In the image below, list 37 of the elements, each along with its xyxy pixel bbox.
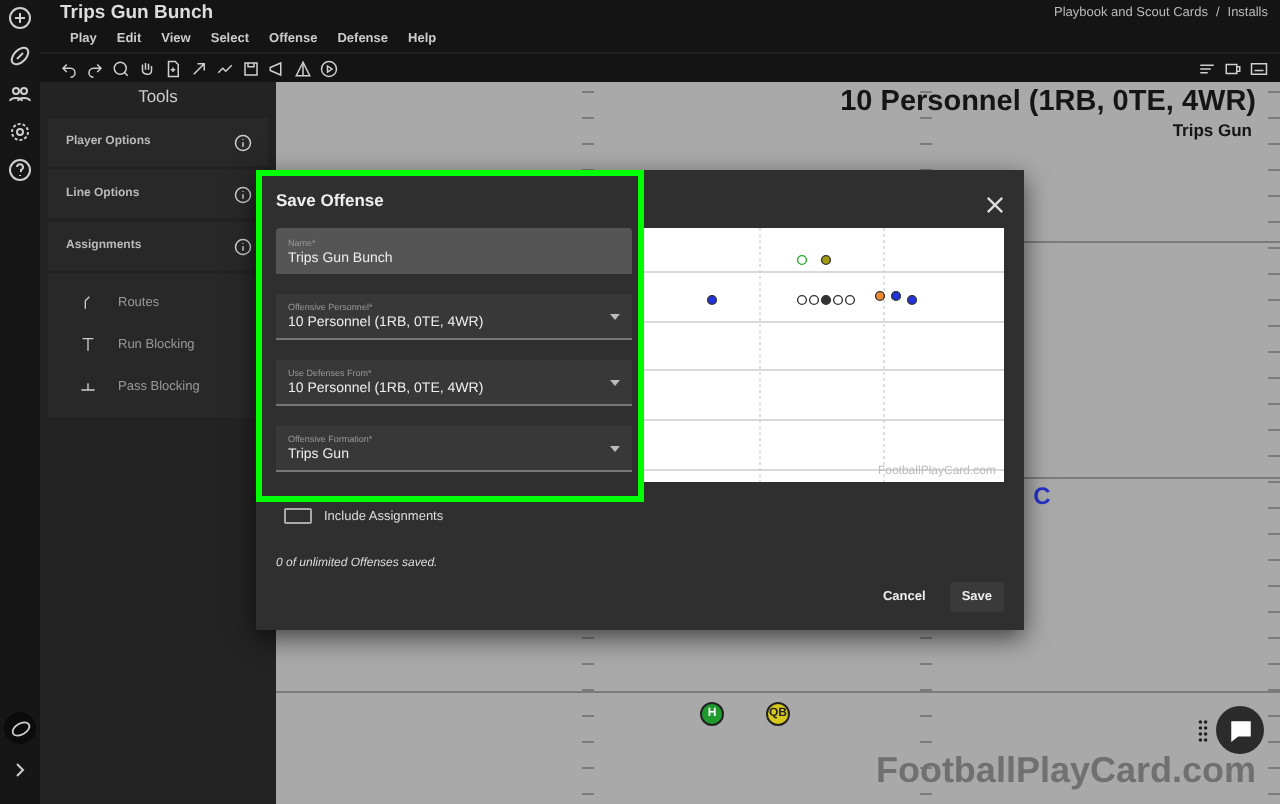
chat-icon <box>1227 717 1253 743</box>
megaphone-icon[interactable] <box>268 59 286 77</box>
triangle-icon[interactable] <box>294 59 312 77</box>
formation-subtitle: Trips Gun <box>1172 120 1252 140</box>
info-icon[interactable] <box>234 133 252 151</box>
dialog-title: Save Offense <box>276 189 384 209</box>
play-title: Trips Gun Bunch <box>60 1 214 23</box>
play-icon[interactable] <box>320 59 338 77</box>
help-icon[interactable] <box>8 158 32 182</box>
player-label: C <box>1033 482 1051 510</box>
document-icon[interactable] <box>164 59 182 77</box>
caret-icon[interactable] <box>610 446 620 452</box>
personnel-title: 10 Personnel (1RB, 0TE, 4WR) <box>840 86 1256 118</box>
caret-icon[interactable] <box>610 380 620 386</box>
zigzag-icon[interactable] <box>216 59 234 77</box>
checkbox[interactable] <box>284 508 312 524</box>
t-block-icon <box>80 336 96 352</box>
add-icon[interactable] <box>8 6 32 30</box>
football-icon[interactable] <box>8 44 32 68</box>
list-icon[interactable] <box>1198 59 1216 77</box>
save-icon[interactable] <box>242 59 260 77</box>
chat-button[interactable] <box>1216 706 1264 754</box>
field-watermark: FootballPlayCard.com <box>875 750 1256 792</box>
undo-icon[interactable] <box>60 59 78 77</box>
arrow-icon[interactable] <box>190 59 208 77</box>
redo-icon[interactable] <box>86 59 104 77</box>
info-icon[interactable] <box>234 185 252 203</box>
hand-icon[interactable] <box>138 59 156 77</box>
card-icon[interactable] <box>1250 59 1268 77</box>
info-icon[interactable] <box>234 237 252 255</box>
grip-icon[interactable] <box>1198 720 1208 744</box>
lasso-icon[interactable] <box>112 59 130 77</box>
people-icon[interactable] <box>8 82 32 106</box>
pass-block-icon <box>80 378 96 394</box>
tools-heading: Tools <box>136 84 180 110</box>
settings-icon[interactable] <box>8 120 32 144</box>
caret-icon[interactable] <box>610 314 620 320</box>
